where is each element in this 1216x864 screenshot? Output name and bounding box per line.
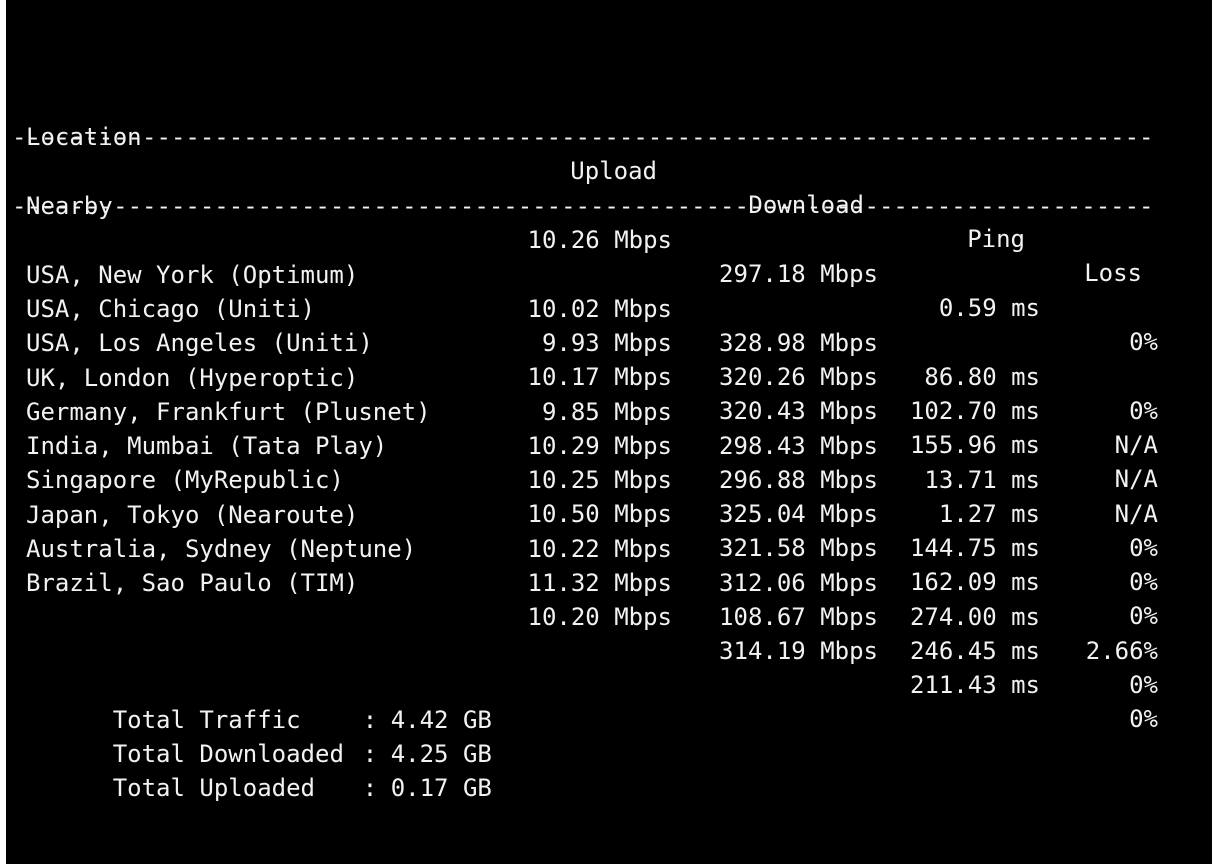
summary-value: 0.17 GB <box>390 774 492 802</box>
table-row: USA, New York (Optimum) 10.02 Mbps 328.9… <box>6 224 1212 425</box>
row-upload: 10.20 Mbps <box>527 603 673 631</box>
separator-line: ----------------------------------------… <box>12 123 1154 151</box>
row-download: 108.67 Mbps <box>719 603 878 631</box>
table-row: UK, London (Hyperoptic) 9.85 Mbps 298.43… <box>6 327 1212 528</box>
table-row-nearby: Nearby 10.26 Mbps 297.18 Mbps 0.59 ms 0% <box>6 155 1212 356</box>
row-download: 312.06 Mbps <box>719 569 878 597</box>
table-row: Australia, Sydney (Neptune) 11.32 Mbps 1… <box>6 498 1212 699</box>
row-loss: 2.66% <box>1085 637 1158 665</box>
row-loss: 0% <box>1129 602 1158 630</box>
summary-total-uploaded: Total Uploaded:0.17 GB <box>26 737 492 802</box>
table-header: Location Upload Download Ping Loss <box>6 86 1212 287</box>
terminal-window: Location Upload Download Ping Loss -----… <box>6 0 1212 864</box>
summary-total-traffic: Total Traffic:4.42 GB <box>26 669 492 734</box>
row-download: 314.19 Mbps <box>719 637 878 665</box>
summary-label: Total Uploaded <box>112 774 315 802</box>
table-row: Japan, Tokyo (Nearoute) 10.22 Mbps 312.0… <box>6 464 1212 665</box>
table-row: USA, Chicago (Uniti) 9.93 Mbps 320.26 Mb… <box>6 258 1212 459</box>
table-row: USA, Los Angeles (Uniti) 10.17 Mbps 320.… <box>6 292 1212 493</box>
row-ping: 246.45 ms <box>909 637 1040 665</box>
row-ping: 162.09 ms <box>909 568 1040 596</box>
table-row: Singapore (MyRepublic) 10.50 Mbps 321.58… <box>6 429 1212 630</box>
row-loss: 0% <box>1129 671 1158 699</box>
row-ping: 274.00 ms <box>909 603 1040 631</box>
table-row: Brazil, Sao Paulo (TIM) 10.20 Mbps 314.1… <box>6 532 1212 733</box>
row-ping: 211.43 ms <box>909 671 1040 699</box>
row-loss: 0% <box>1129 568 1158 596</box>
row-location: Brazil, Sao Paulo (TIM) <box>26 569 359 597</box>
table-row: Germany, Frankfurt (Plusnet) 10.29 Mbps … <box>6 361 1212 562</box>
table-row: India, Mumbai (Tata Play) 10.25 Mbps 325… <box>6 395 1212 596</box>
summary-total-downloaded: Total Downloaded:4.25 GB <box>26 703 492 768</box>
separator-line: ----------------------------------------… <box>12 192 1154 220</box>
row-upload: 11.32 Mbps <box>527 569 673 597</box>
row-loss: 0% <box>1129 705 1158 733</box>
summary-colon: : <box>362 774 378 802</box>
